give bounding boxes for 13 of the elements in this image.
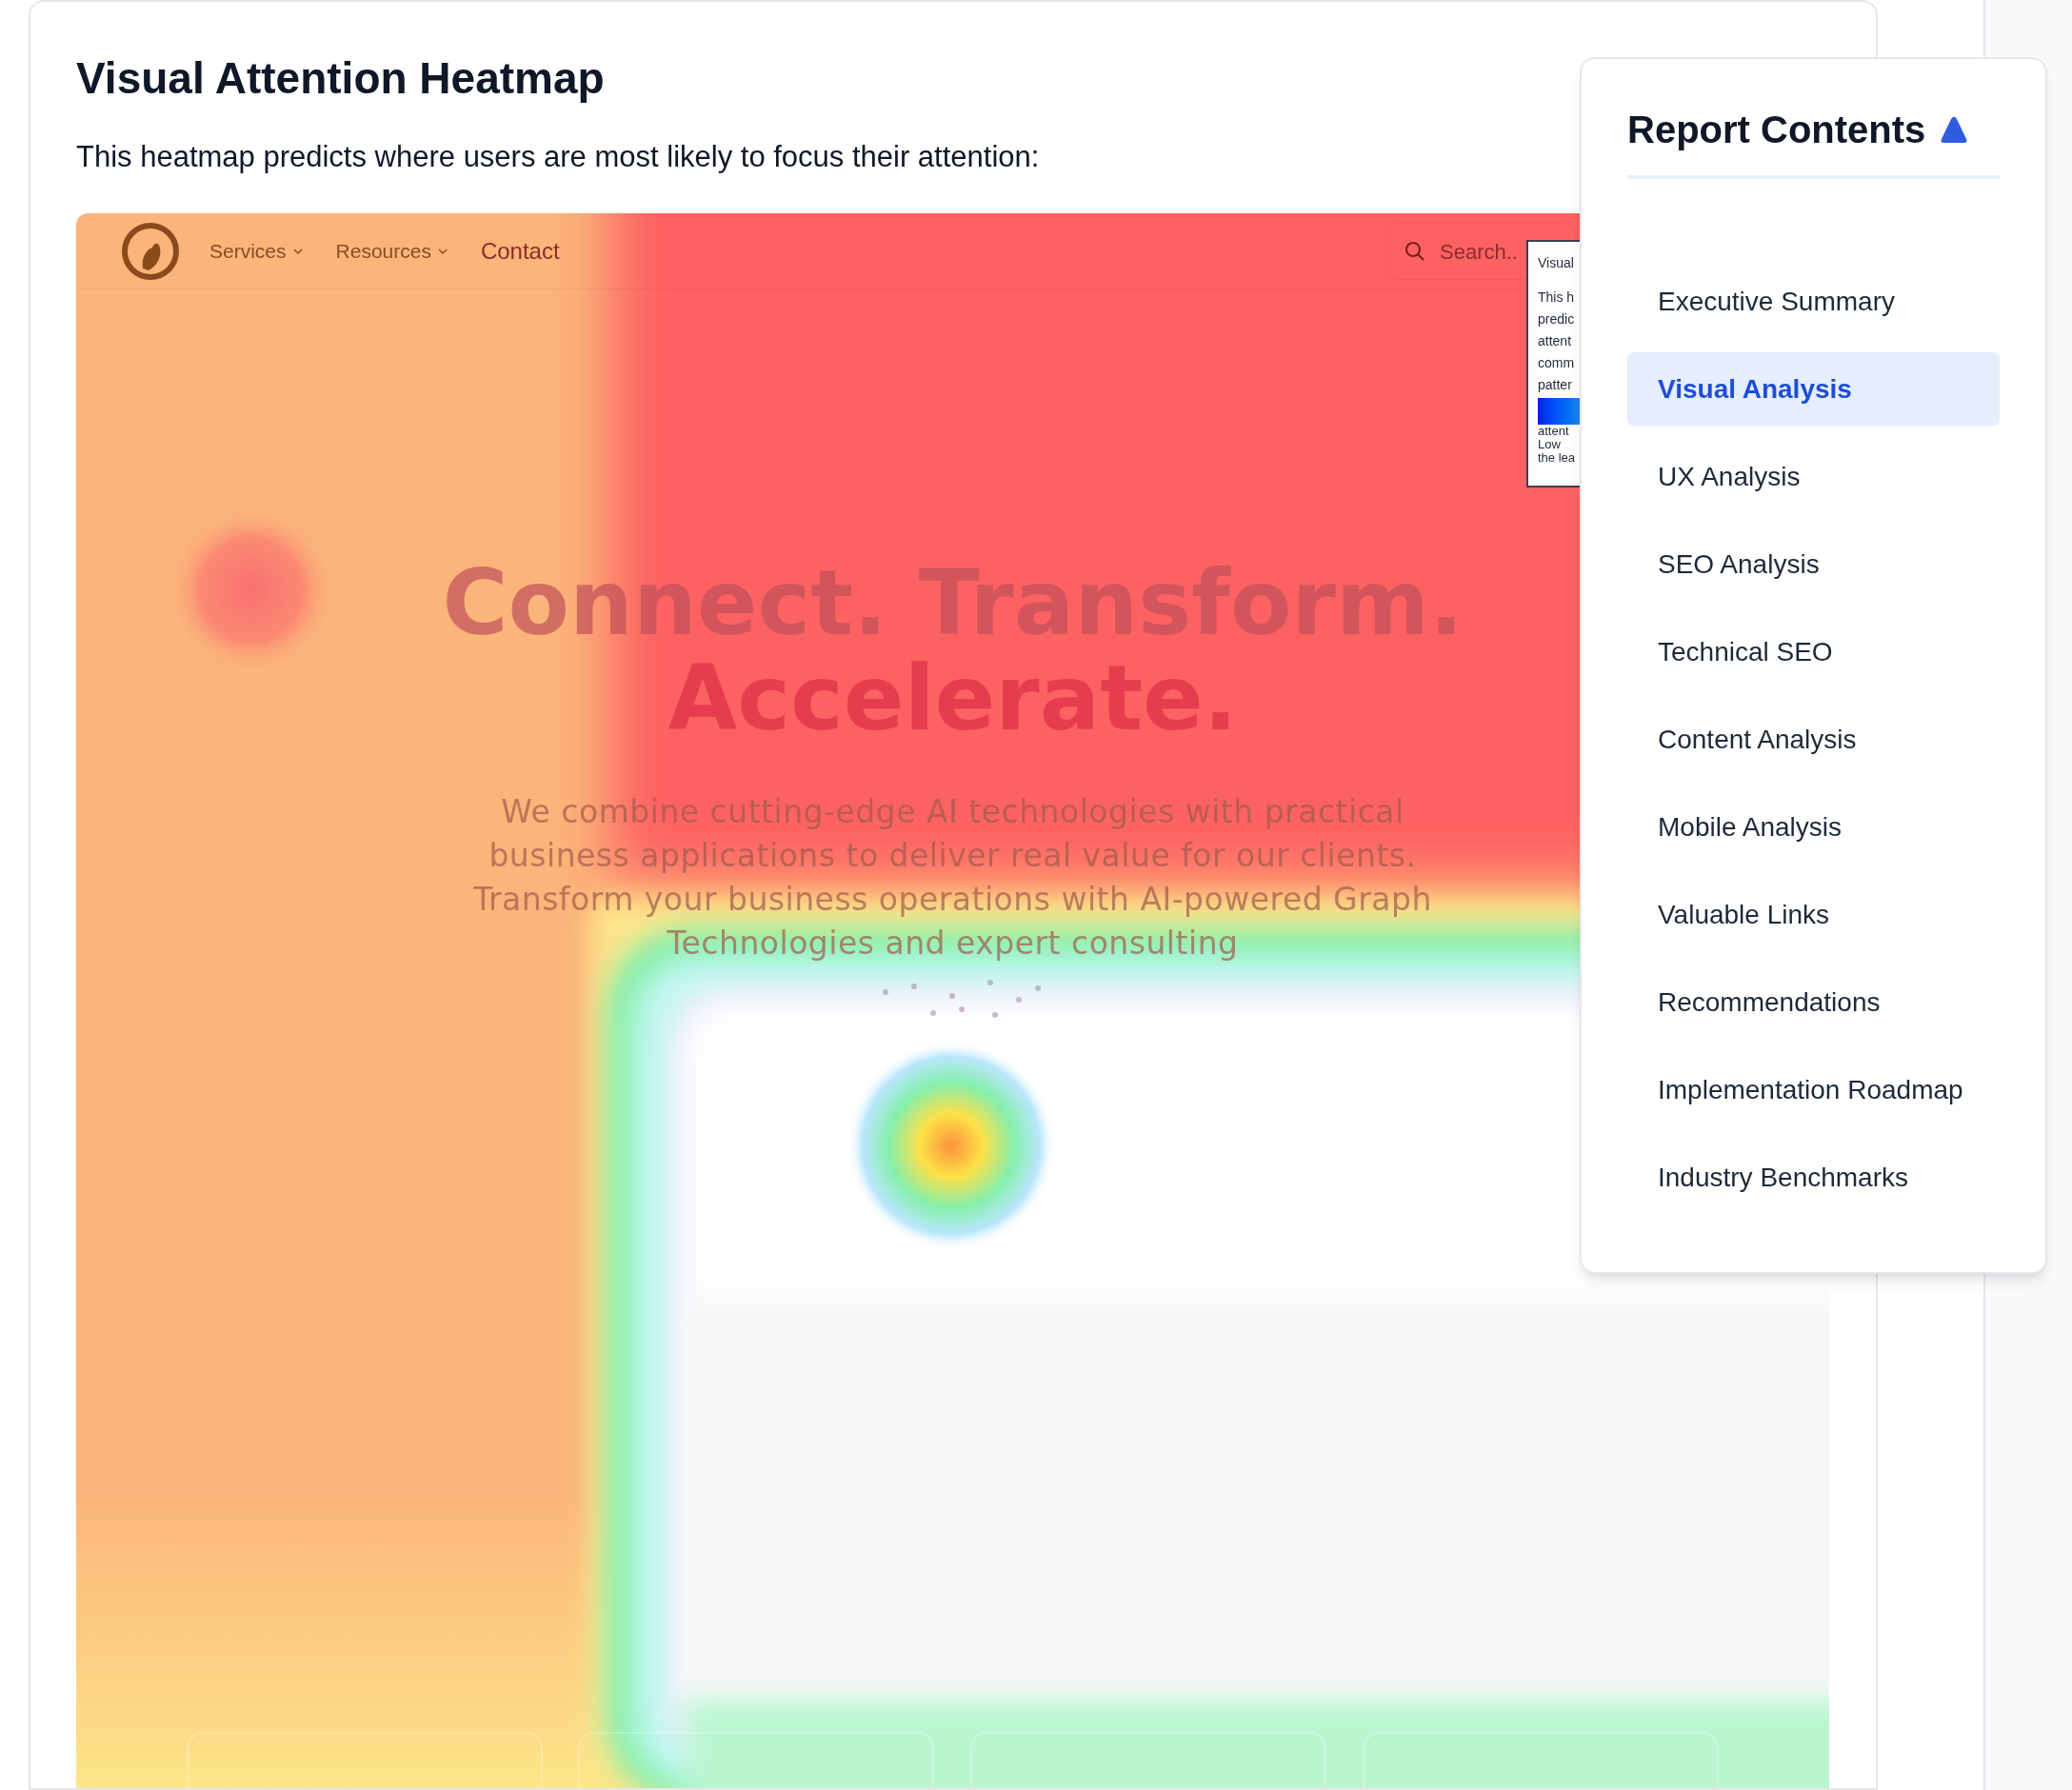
popup-text: attent [1538,332,1572,350]
popup-text: This h [1538,288,1575,307]
contents-title: Report Contents [1627,108,1926,152]
popup-text: comm [1538,354,1575,372]
legend-text: Low [1538,438,1561,451]
legend-text: the lea [1538,451,1576,465]
section-description: This heatmap predicts where users are most likely to focus their attention: [76,138,1040,175]
section-title: Visual Attention Heatmap [76,52,605,105]
popup-text: predic [1538,310,1575,328]
popup-title: Visual [1538,254,1574,272]
legend-text: attent [1538,425,1569,438]
popup-text: patter [1538,376,1572,394]
search-placeholder: Search.. [1440,238,1518,266]
